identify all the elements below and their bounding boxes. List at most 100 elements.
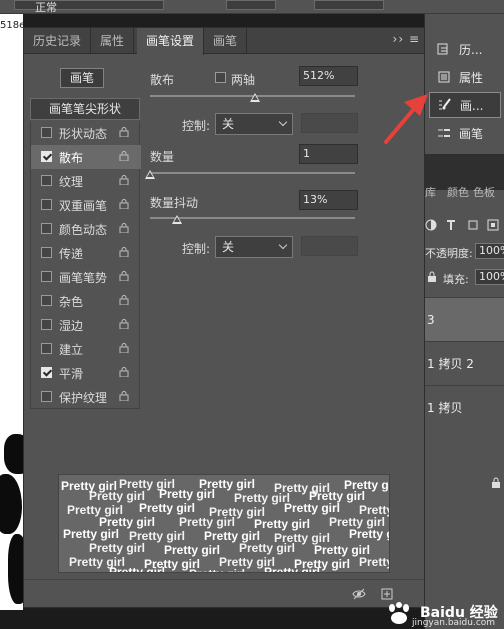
shape-filter-icon[interactable] [467, 219, 479, 231]
canvas-artwork [4, 434, 23, 474]
brush-option-checkbox[interactable] [41, 343, 52, 354]
lock-icon[interactable] [119, 295, 129, 305]
brush-option-checkbox[interactable] [41, 175, 52, 186]
count-slider-thumb[interactable] [145, 170, 155, 179]
layer-name: 3 [427, 312, 435, 327]
both-axes-label: 两轴 [231, 73, 256, 87]
lock-icon[interactable] [119, 391, 129, 401]
preview-sample-text: Pretty girl [239, 541, 296, 555]
brush-option-checkbox[interactable] [41, 391, 52, 402]
brush-option-row[interactable]: 平滑 [31, 361, 141, 385]
annotation-arrow [384, 94, 428, 144]
count-jitter-slider-track[interactable] [150, 215, 355, 224]
count-jitter-label: 数量抖动 [150, 196, 199, 210]
brush-option-label: 湿边 [59, 319, 84, 333]
brush-option-row[interactable]: 双重画笔 [31, 193, 141, 217]
brush-option-row[interactable]: 杂色 [31, 289, 141, 313]
tab-brushes[interactable]: 画笔 [204, 28, 248, 54]
options-field-2[interactable] [314, 0, 384, 10]
count-jitter-slider-thumb[interactable] [171, 215, 182, 224]
preview-sample-text: Pretty girl [264, 565, 321, 573]
brush-option-row[interactable]: 建立 [31, 337, 141, 361]
brush-option-checkbox[interactable] [41, 247, 52, 258]
scatter-slider-thumb[interactable] [249, 93, 260, 102]
lock-icon[interactable] [119, 343, 129, 353]
brush-tip-shape-button[interactable]: 画笔笔尖形状 [30, 98, 140, 120]
brush-option-checkbox[interactable] [41, 295, 52, 306]
brush-option-label: 传递 [59, 247, 84, 261]
blend-mode-field[interactable]: 正常 [14, 0, 164, 14]
layer-row[interactable]: 3 [425, 297, 504, 341]
type-filter-icon[interactable] [445, 219, 457, 231]
adjustment-filter-icon[interactable] [425, 219, 437, 231]
preview-sample-text: Pretty girl [234, 491, 291, 505]
lock-icon[interactable] [119, 367, 129, 377]
brush-option-checkbox[interactable] [41, 367, 52, 378]
brush-option-row[interactable]: 湿边 [31, 313, 141, 337]
dock-brush-settings[interactable]: 画... [429, 92, 501, 118]
brush-option-row[interactable]: 颜色动态 [31, 217, 141, 241]
smart-object-filter-icon[interactable] [487, 219, 499, 231]
brush-option-row[interactable]: 画笔笔势 [31, 265, 141, 289]
preview-sample-text: Pretty girl [63, 527, 120, 541]
count-jitter-control-value: 关 [222, 240, 235, 254]
panel-menu-button[interactable]: ›› ≡ [393, 32, 420, 46]
brush-option-row[interactable]: 传递 [31, 241, 141, 265]
brush-option-label: 散布 [59, 151, 84, 165]
dock-history[interactable]: 历... [429, 36, 501, 62]
tab-properties[interactable]: 属性 [91, 28, 135, 54]
scatter-value-input[interactable]: 512% [299, 66, 358, 86]
tab-libraries[interactable]: 库 [425, 184, 436, 200]
layer-name: 1 拷贝 [427, 401, 463, 415]
brush-option-label: 画笔笔势 [59, 271, 108, 285]
brush-option-checkbox[interactable] [41, 319, 52, 330]
opacity-input[interactable]: 100% [475, 243, 504, 259]
lock-icon[interactable] [119, 223, 129, 233]
count-jitter-value-input[interactable]: 13% [299, 190, 358, 210]
lock-icon[interactable] [119, 247, 129, 257]
dock-properties[interactable]: 属性 [429, 64, 501, 90]
scatter-label: 散布 [150, 73, 175, 87]
new-brush-icon[interactable] [380, 587, 394, 601]
layer-row[interactable]: 1 拷贝 [425, 385, 504, 429]
tab-color[interactable]: 颜色 [447, 184, 469, 200]
fill-input[interactable]: 100% [475, 269, 504, 285]
lock-icon[interactable] [427, 271, 437, 283]
tab-history[interactable]: 历史记录 [24, 28, 92, 54]
brush-option-row[interactable]: 散布 [31, 145, 141, 169]
count-slider-track[interactable] [145, 170, 355, 179]
lock-icon[interactable] [119, 127, 129, 137]
lock-icon[interactable] [119, 175, 129, 185]
options-field[interactable] [226, 0, 276, 10]
scatter-slider-track[interactable] [150, 93, 355, 102]
lock-icon[interactable] [119, 271, 129, 281]
brush-option-checkbox[interactable] [41, 271, 52, 282]
dock-brushes[interactable]: 画笔 [429, 120, 501, 146]
brush-option-checkbox[interactable] [41, 199, 52, 210]
count-value-input[interactable]: 1 [299, 144, 358, 164]
brush-settings-icon [439, 98, 451, 110]
scatter-control-select[interactable]: 关 [215, 113, 293, 135]
brush-option-checkbox[interactable] [41, 127, 52, 138]
preview-sample-text: Pretty girl [359, 555, 390, 569]
brush-presets-button[interactable]: 画笔 [60, 68, 104, 88]
chevron-down-icon [278, 240, 288, 250]
brush-option-checkbox[interactable] [41, 151, 52, 162]
tab-brush-settings[interactable]: 画笔设置 [137, 28, 205, 55]
brush-settings-panel: 历史记录 属性 画笔设置 画笔 ›› ≡ 画笔 画笔笔尖形状 形状动态 散布 纹理双… [23, 27, 425, 608]
toggle-preview-icon[interactable] [352, 587, 366, 601]
brush-option-label: 建立 [59, 343, 84, 357]
lock-icon[interactable] [119, 199, 129, 209]
brush-option-checkbox[interactable] [41, 223, 52, 234]
brush-option-row[interactable]: 形状动态 [31, 121, 141, 145]
lock-icon[interactable] [119, 151, 129, 161]
tab-swatches[interactable]: 色板 [473, 184, 495, 200]
count-jitter-control-select[interactable]: 关 [215, 236, 293, 258]
brush-option-row[interactable]: 纹理 [31, 169, 141, 193]
both-axes-checkbox[interactable] [215, 72, 226, 83]
brush-option-label: 双重画笔 [59, 199, 108, 213]
layer-row[interactable]: 1 拷贝 2 [425, 341, 504, 385]
brush-option-row[interactable]: 保护纹理 [31, 385, 141, 409]
lock-icon[interactable] [119, 319, 129, 329]
document-canvas[interactable]: 518e [0, 14, 23, 629]
